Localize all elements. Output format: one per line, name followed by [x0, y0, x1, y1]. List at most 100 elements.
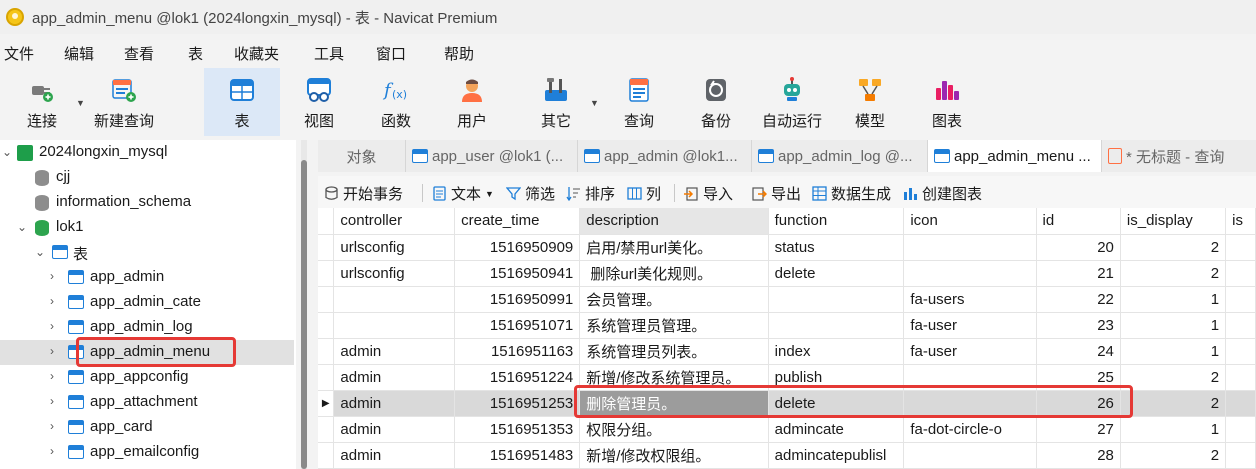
- tab-app-admin[interactable]: app_admin @lok1...: [578, 140, 752, 172]
- table-row[interactable]: admin 1516951224 新增/修改系统管理员。 publish 25 …: [318, 364, 1256, 391]
- tab-objects[interactable]: 对象: [318, 140, 406, 172]
- menu-file[interactable]: 文件: [0, 43, 34, 64]
- cell[interactable]: 新增/修改系统管理员。: [579, 364, 769, 391]
- cell[interactable]: 1516951253: [454, 390, 581, 417]
- expand-chevron-icon[interactable]: ›: [50, 344, 54, 358]
- cell[interactable]: [1225, 286, 1256, 313]
- expand-chevron-icon[interactable]: ›: [50, 369, 54, 383]
- cell[interactable]: 22: [1036, 286, 1121, 313]
- model-button[interactable]: 模型: [832, 68, 908, 136]
- table-row[interactable]: 1516951071 系统管理员管理。 fa-user 23 1: [318, 312, 1256, 339]
- cell[interactable]: admincate: [768, 416, 905, 443]
- cell[interactable]: [333, 312, 456, 339]
- menu-tools[interactable]: 工具: [310, 43, 344, 64]
- cell[interactable]: admin: [333, 416, 456, 443]
- cell[interactable]: 20: [1036, 234, 1121, 261]
- cell[interactable]: [903, 364, 1037, 391]
- chart-button[interactable]: 图表: [909, 68, 985, 136]
- table-row-current[interactable]: ▶ admin 1516951253 删除管理员。 delete 26 2: [318, 390, 1256, 417]
- tree-table-item[interactable]: › app_card: [0, 415, 294, 440]
- cell[interactable]: [1225, 364, 1256, 391]
- cell[interactable]: [903, 390, 1037, 417]
- table-row[interactable]: admin 1516951163 系统管理员列表。 index fa-user …: [318, 338, 1256, 365]
- menu-help[interactable]: 帮助: [440, 43, 474, 64]
- tree-table-item[interactable]: › app_admin_cate: [0, 290, 294, 315]
- collapse-chevron-icon[interactable]: ⌄: [35, 245, 45, 259]
- cell[interactable]: admin: [333, 338, 456, 365]
- cell[interactable]: [903, 234, 1037, 261]
- tab-untitled-query[interactable]: * 无标题 - 查询: [1102, 140, 1256, 172]
- columns-button[interactable]: 列: [627, 183, 661, 204]
- expand-chevron-icon[interactable]: ›: [50, 444, 54, 458]
- menu-table[interactable]: 表: [184, 43, 203, 64]
- table-button[interactable]: 表: [204, 68, 280, 136]
- expand-chevron-icon[interactable]: ›: [50, 269, 54, 283]
- text-button[interactable]: 文本 ▼: [432, 183, 494, 204]
- connect-dropdown-icon[interactable]: ▼: [76, 98, 85, 108]
- table-row[interactable]: urlsconfig 1516950941 删除url美化规则。 delete …: [318, 260, 1256, 287]
- cell[interactable]: [1225, 260, 1256, 287]
- sort-button[interactable]: 排序: [566, 183, 615, 204]
- new-query-button[interactable]: 新建查询: [86, 68, 162, 136]
- cell[interactable]: 1516950991: [454, 286, 581, 313]
- begin-transaction-button[interactable]: 开始事务: [324, 183, 403, 204]
- other-button[interactable]: 其它 ▼: [518, 68, 599, 136]
- cell[interactable]: fa-user: [903, 338, 1037, 365]
- export-button[interactable]: 导出: [752, 183, 801, 204]
- backup-button[interactable]: 备份: [678, 68, 754, 136]
- cell[interactable]: 1516951163: [454, 338, 581, 365]
- import-button[interactable]: 导入: [684, 183, 733, 204]
- menu-window[interactable]: 窗口: [372, 43, 406, 64]
- data-generation-button[interactable]: 数据生成: [812, 183, 891, 204]
- cell-focused[interactable]: 删除管理员。: [579, 390, 769, 417]
- cell[interactable]: [1225, 416, 1256, 443]
- tree-database-cjj[interactable]: cjj: [0, 165, 294, 190]
- cell[interactable]: 2: [1120, 390, 1227, 417]
- cell[interactable]: 2: [1120, 234, 1227, 261]
- cell[interactable]: 27: [1036, 416, 1121, 443]
- cell[interactable]: status: [768, 234, 905, 261]
- cell[interactable]: [1225, 390, 1256, 417]
- cell[interactable]: 1516951483: [454, 442, 581, 469]
- cell[interactable]: admincatepublisl: [768, 442, 905, 469]
- cell[interactable]: 28: [1036, 442, 1121, 469]
- table-row[interactable]: admin 1516951483 新增/修改权限组。 admincatepubl…: [318, 442, 1256, 469]
- filter-button[interactable]: 筛选: [506, 183, 555, 204]
- tree-table-item-selected[interactable]: › app_admin_menu: [0, 340, 294, 365]
- cell[interactable]: 26: [1036, 390, 1121, 417]
- cell[interactable]: [903, 442, 1037, 469]
- cell[interactable]: 1: [1120, 338, 1227, 365]
- cell[interactable]: [768, 312, 905, 339]
- tree-table-item[interactable]: › app_admin_log: [0, 315, 294, 340]
- cell[interactable]: 1: [1120, 416, 1227, 443]
- tree-table-item[interactable]: › app_appconfig: [0, 365, 294, 390]
- tree-database-lok1[interactable]: ⌄ lok1: [0, 215, 294, 240]
- cell[interactable]: 1: [1120, 286, 1227, 313]
- column-header[interactable]: description: [579, 208, 769, 235]
- cell[interactable]: delete: [768, 260, 905, 287]
- cell[interactable]: 删除url美化规则。: [579, 260, 769, 287]
- cell[interactable]: urlsconfig: [333, 260, 456, 287]
- cell[interactable]: [903, 260, 1037, 287]
- collapse-chevron-icon[interactable]: ⌄: [2, 145, 12, 159]
- view-button[interactable]: 视图: [281, 68, 357, 136]
- expand-chevron-icon[interactable]: ›: [50, 394, 54, 408]
- cell[interactable]: [1225, 234, 1256, 261]
- tab-app-user[interactable]: app_user @lok1 (...: [406, 140, 578, 172]
- tab-app-admin-log[interactable]: app_admin_log @...: [752, 140, 928, 172]
- cell[interactable]: [1225, 338, 1256, 365]
- menu-edit[interactable]: 编辑: [60, 43, 94, 64]
- user-button[interactable]: 用户: [434, 68, 510, 136]
- expand-chevron-icon[interactable]: ›: [50, 419, 54, 433]
- cell[interactable]: admin: [333, 364, 456, 391]
- table-row[interactable]: urlsconfig 1516950909 启用/禁用url美化。 status…: [318, 234, 1256, 261]
- cell[interactable]: [1225, 442, 1256, 469]
- cell[interactable]: 新增/修改权限组。: [579, 442, 769, 469]
- cell[interactable]: 1516950941: [454, 260, 581, 287]
- cell[interactable]: 2: [1120, 442, 1227, 469]
- tree-connection[interactable]: ⌄ 2024longxin_mysql: [0, 140, 294, 165]
- column-header[interactable]: create_time: [454, 208, 581, 235]
- table-row[interactable]: 1516950991 会员管理。 fa-users 22 1: [318, 286, 1256, 313]
- cell[interactable]: admin: [333, 442, 456, 469]
- text-dropdown-icon[interactable]: ▼: [485, 189, 494, 199]
